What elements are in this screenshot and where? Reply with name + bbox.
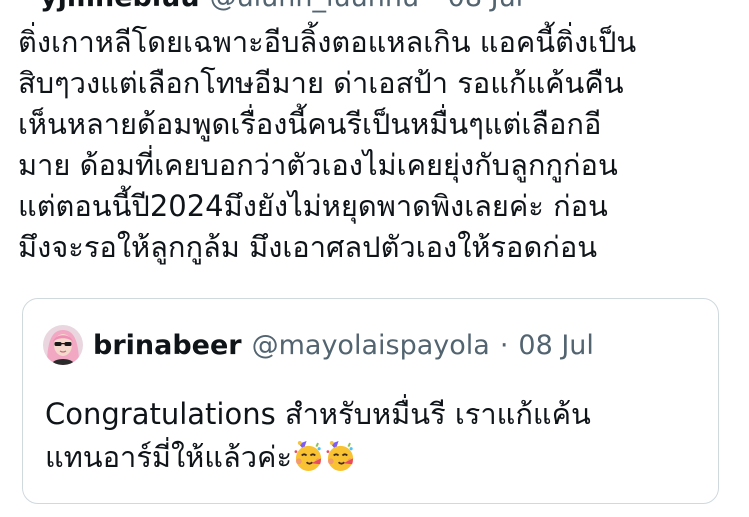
quoted-text-line-with-emoji: แทนอาร์มี่ให้แล้วค่ะ xyxy=(45,436,695,479)
quoted-tweet-card[interactable]: brinabeer @mayolaispayola · 08 Jul Congr… xyxy=(22,298,719,504)
quoted-tweet-header: brinabeer @mayolaispayola · 08 Jul xyxy=(43,325,594,365)
tweet-text-line: มาย ด้อมที่เคยบอกว่าตัวเองไม่เคยยุ่งกับล… xyxy=(18,148,618,182)
tweet-text-line: สิบๆวงแต่เลือกโทษอีมาย ด่าเอสป้า รอแก้แค… xyxy=(18,66,624,100)
tweet-header: yjmnebluu @ulunn_luunnu · 08 Jul xyxy=(40,0,524,13)
tweet-text-line: เห็นหลายด้อมพูดเรื่องนี้คนรีเป็นหมื่นๆแต… xyxy=(18,107,602,141)
quoted-author-name[interactable]: brinabeer xyxy=(93,330,242,361)
partying-face-emoji xyxy=(326,440,354,471)
tweet-author-name[interactable]: yjmnebluu xyxy=(40,0,200,13)
tweet-text-line: แต่ตอนนี้ปี2024มึงยังไม่หยุดพาดพิงเลยค่ะ… xyxy=(18,189,608,223)
tweet-date[interactable]: 08 Jul xyxy=(448,0,524,13)
tweet-text-line: มึงจะรอให้ลูกกูล้ม มึงเอาศลปตัวเองให้รอด… xyxy=(18,230,598,264)
tweet-text-line: ติ่งเกาหลีโดยเฉพาะอีบลิ้งตอแหลเกิน แอคนี… xyxy=(18,25,637,59)
quoted-tweet-text: Congratulations สำหรับหมื่นรี เราแก้แค้น… xyxy=(45,393,695,479)
tweet-text: ติ่งเกาหลีโดยเฉพาะอีบลิ้งตอแหลเกิน แอคนี… xyxy=(18,22,733,268)
quoted-separator: · xyxy=(499,329,509,361)
tweet-separator: · xyxy=(429,0,438,13)
quoted-text-line: แทนอาร์มี่ให้แล้วค่ะ xyxy=(45,440,293,474)
quoted-text-line: Congratulations สำหรับหมื่นรี เราแก้แค้น xyxy=(45,397,591,431)
tweet-author-handle[interactable]: @ulunn_luunnu xyxy=(210,0,420,13)
quoted-author-handle[interactable]: @mayolaispayola xyxy=(252,330,490,361)
quoted-date[interactable]: 08 Jul xyxy=(518,330,594,361)
partying-face-emoji xyxy=(294,440,322,471)
avatar[interactable] xyxy=(43,325,83,365)
